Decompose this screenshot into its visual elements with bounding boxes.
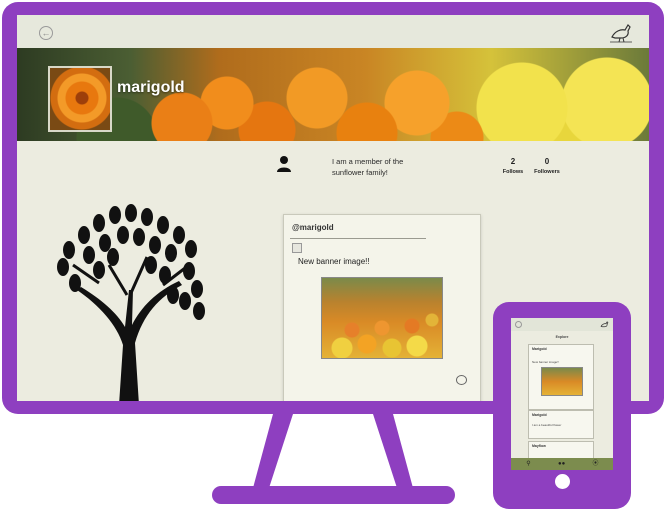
mobile-post-card[interactable]: Marigold I am a beautiful flower	[528, 410, 594, 439]
post-card[interactable]: @marigold New banner image!!	[283, 214, 481, 401]
comment-icon[interactable]	[456, 375, 467, 385]
search-icon[interactable]: ⚲	[525, 461, 532, 468]
profile-avatar[interactable]	[48, 66, 112, 132]
mobile-post-user[interactable]: Marigold	[532, 413, 547, 417]
followers-count: 0	[544, 157, 550, 166]
follows-count: 2	[510, 157, 516, 166]
post-image[interactable]	[321, 277, 443, 359]
mobile-back-icon[interactable]	[515, 321, 522, 328]
phone-home-button	[555, 474, 570, 489]
phone-screen: Explore Marigold New banner image!! Mari…	[511, 318, 613, 470]
mobile-post-user[interactable]: Marigold	[532, 347, 547, 351]
mobile-bird-icon[interactable]	[600, 320, 609, 329]
mobile-post-card[interactable]: Marigold New banner image!!	[528, 344, 594, 410]
compass-icon[interactable]: ⦿	[592, 461, 599, 468]
bird-icon[interactable]	[609, 21, 633, 43]
mobile-bottom-nav: ⚲ ●● ⦿	[511, 458, 613, 470]
post-divider	[290, 238, 426, 239]
people-icon[interactable]: ●●	[558, 461, 565, 468]
followers-label: Followers	[534, 169, 560, 175]
back-arrow-icon[interactable]: ←	[39, 26, 53, 40]
profile-bio: I am a member of the sunflower family!	[332, 157, 404, 177]
mobile-topbar	[511, 318, 613, 331]
mobile-post-text: New banner image!!	[532, 360, 559, 364]
profile-username: marigold	[117, 79, 185, 96]
monitor-stand-neck	[253, 414, 413, 488]
mobile-post-text: I am a beautiful flower	[532, 423, 562, 427]
followers-stat[interactable]: 0 Followers	[529, 157, 565, 175]
tree-illustration	[57, 204, 205, 401]
document-icon	[292, 243, 302, 253]
post-text: New banner image!!	[298, 257, 370, 266]
follows-label: Follows	[502, 169, 524, 175]
mobile-post-image[interactable]	[541, 367, 583, 396]
person-icon	[277, 156, 291, 172]
monitor-stand-base	[212, 486, 455, 504]
mobile-post-user[interactable]: Mayflow	[532, 444, 546, 448]
post-username[interactable]: @marigold	[292, 223, 334, 232]
follows-stat[interactable]: 2 Follows	[495, 157, 531, 175]
app-topbar	[17, 15, 649, 48]
mobile-page-title: Explore	[555, 335, 569, 339]
